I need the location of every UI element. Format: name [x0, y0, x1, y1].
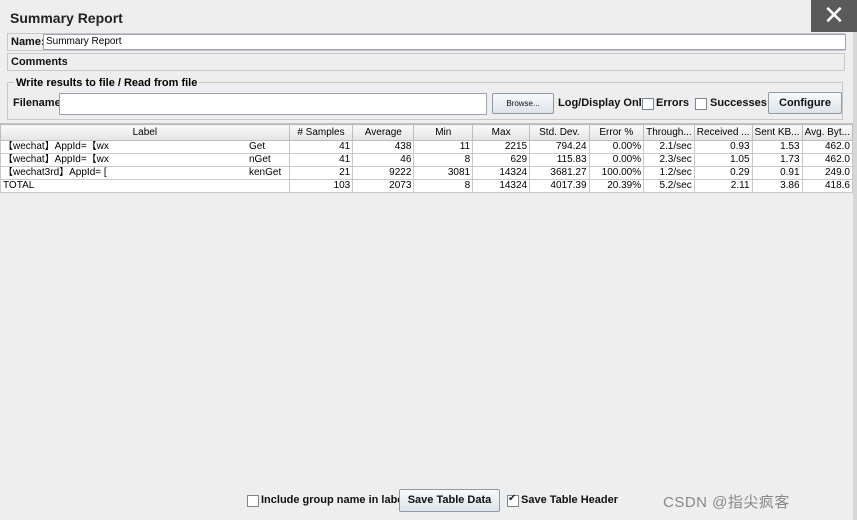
- column-header[interactable]: Std. Dev.: [529, 124, 590, 141]
- name-field[interactable]: Summary Report: [43, 34, 846, 50]
- table-cell: 41: [288, 153, 354, 167]
- table-cell: 0.93: [693, 140, 753, 154]
- results-table-area[interactable]: Label # Samples Average Min Max Std. Dev. Erro…: [0, 123, 854, 484]
- comments-label: Comments:: [11, 56, 72, 68]
- column-header[interactable]: Avg. Byt...: [801, 124, 854, 141]
- successes-label: Successes: [710, 97, 767, 109]
- table-cell: 0.00%: [588, 153, 645, 167]
- column-header[interactable]: Received ...: [693, 124, 753, 141]
- table-cell: 249.0: [801, 166, 854, 180]
- column-header[interactable]: Average: [352, 124, 415, 141]
- table-cell: 0.91: [751, 166, 803, 180]
- table-cell: 2.1/sec: [643, 140, 695, 154]
- name-label: Name:: [11, 36, 45, 48]
- table-cell: 462.0: [801, 140, 854, 154]
- table-cell: 3.86: [751, 179, 803, 193]
- table-cell: 418.6: [801, 179, 854, 193]
- table-cell: 9222: [352, 166, 415, 180]
- column-header[interactable]: Sent KB...: [751, 124, 803, 141]
- label-prefix: TOTAL: [3, 180, 35, 192]
- log-display-label: Log/Display Only:: [558, 97, 652, 109]
- table-cell: 14324: [472, 166, 531, 180]
- table-cell: 1.2/sec: [643, 166, 695, 180]
- table-cell: 2215: [472, 140, 531, 154]
- label-cell: 【wechat】AppId=【wx Get: [0, 140, 290, 154]
- browse-button[interactable]: Browse...: [492, 93, 554, 114]
- table-cell: 3081: [413, 166, 474, 180]
- panel-title: Summary Report: [10, 10, 123, 26]
- save-table-header-checkbox[interactable]: [507, 493, 519, 507]
- table-row[interactable]: 【wechat】AppId=【wx Get 41 438 11 2215 794.24 0.0…: [0, 140, 854, 154]
- table-cell: 2.11: [693, 179, 753, 193]
- results-table: Label # Samples Average Min Max Std. Dev. Erro…: [0, 124, 854, 193]
- successes-checkbox[interactable]: [695, 98, 707, 110]
- file-group-title: Write results to file / Read from file: [14, 77, 200, 89]
- label-prefix: 【wechat】AppId=【wx: [3, 141, 109, 153]
- table-row[interactable]: TOTAL 103 2073 8 14324 4017.39 20.39% 5.2/sec 2.…: [0, 179, 854, 193]
- table-cell: 115.83: [529, 153, 590, 167]
- table-cell: 629: [472, 153, 531, 167]
- watermark: CSDN @指尖疯客: [663, 494, 790, 511]
- include-group-label: Include group name in label?: [261, 494, 414, 506]
- label-suffix: Get: [249, 141, 266, 153]
- column-header[interactable]: Through...: [643, 124, 695, 141]
- column-header[interactable]: Min: [413, 124, 474, 141]
- column-header[interactable]: Label: [0, 124, 290, 141]
- configure-button[interactable]: Configure: [768, 92, 842, 114]
- save-table-header-label: Save Table Header: [521, 494, 619, 506]
- table-row[interactable]: 【wechat3rd】AppId= [ kenGet 21 9222 3081 14324…: [0, 166, 854, 180]
- table-cell: 462.0: [801, 153, 854, 167]
- include-group-checkbox[interactable]: [247, 495, 259, 507]
- table-cell: 438: [352, 140, 415, 154]
- table-cell: 5.2/sec: [643, 179, 695, 193]
- table-row[interactable]: 【wechat】AppId=【wx nGet 41 46 8 629 115.83 0.00%…: [0, 153, 854, 167]
- table-cell: 41: [288, 140, 354, 154]
- errors-label: Errors: [656, 97, 690, 109]
- column-header[interactable]: Max: [472, 124, 531, 141]
- save-table-data-button[interactable]: Save Table Data: [399, 489, 500, 512]
- table-cell: 2.3/sec: [643, 153, 695, 167]
- window-edge: [853, 32, 857, 520]
- table-cell: 2073: [352, 179, 415, 193]
- label-cell: 【wechat】AppId=【wx nGet: [0, 153, 290, 167]
- column-header[interactable]: # Samples: [288, 124, 354, 141]
- table-cell: 1.53: [751, 140, 803, 154]
- table-header-row: Label # Samples Average Min Max Std. Dev. Erro…: [0, 124, 854, 141]
- table-cell: 0.29: [693, 166, 753, 180]
- table-cell: 3681.27: [529, 166, 590, 180]
- table-cell: 8: [413, 179, 474, 193]
- filename-label: Filename: [13, 97, 61, 109]
- table-cell: 20.39%: [588, 179, 645, 193]
- table-cell: 100.00%: [588, 166, 645, 180]
- close-icon[interactable]: ✕: [811, 0, 857, 32]
- column-header[interactable]: Error %: [588, 124, 645, 141]
- filename-input[interactable]: [59, 93, 487, 115]
- table-cell: 21: [288, 166, 354, 180]
- label-suffix: kenGet: [249, 167, 282, 179]
- table-cell: 14324: [472, 179, 531, 193]
- label-suffix: nGet: [249, 154, 271, 166]
- table-cell: 794.24: [529, 140, 590, 154]
- label-prefix: 【wechat3rd】AppId= [: [3, 167, 107, 179]
- table-cell: 0.00%: [588, 140, 645, 154]
- table-cell: 1.73: [751, 153, 803, 167]
- comments-field[interactable]: [67, 54, 841, 69]
- table-cell: 103: [288, 179, 354, 193]
- label-prefix: 【wechat】AppId=【wx: [3, 154, 109, 166]
- table-cell: 8: [413, 153, 474, 167]
- table-cell: 1.05: [693, 153, 753, 167]
- table-cell: 46: [352, 153, 415, 167]
- table-cell: 11: [413, 140, 474, 154]
- label-cell: TOTAL: [0, 179, 290, 193]
- table-cell: 4017.39: [529, 179, 590, 193]
- label-cell: 【wechat3rd】AppId= [ kenGet: [0, 166, 290, 180]
- errors-checkbox[interactable]: [642, 98, 654, 110]
